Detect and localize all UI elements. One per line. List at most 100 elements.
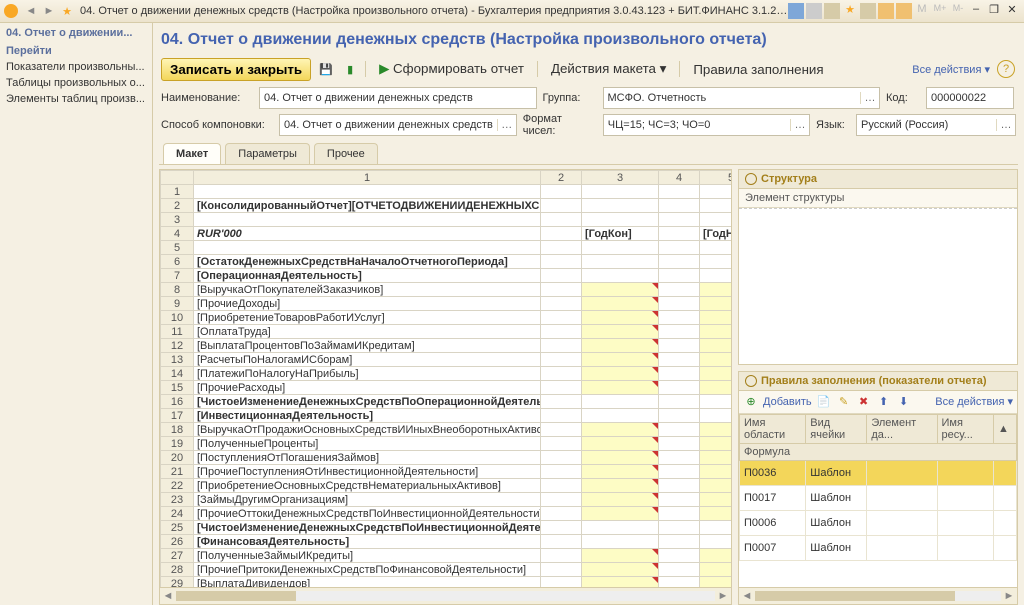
save-icon[interactable] — [788, 3, 804, 19]
scroll-left-icon[interactable]: ◄ — [160, 590, 176, 602]
row-number: 8 — [161, 283, 194, 297]
group-input[interactable]: МСФО. Отчетность… — [603, 87, 881, 109]
rules-h-scrollbar[interactable]: ◄► — [739, 587, 1017, 604]
save-close-button[interactable]: Записать и закрыть — [161, 58, 311, 81]
tab[interactable]: Параметры — [225, 143, 310, 164]
cell[interactable] — [194, 185, 541, 199]
mplus-icon[interactable]: M+ — [932, 3, 948, 19]
cell[interactable]: [ПрочиеРасходы] — [194, 381, 541, 395]
row-number: 5 — [161, 241, 194, 255]
sidebar-item[interactable]: Таблицы произвольных о... — [0, 75, 152, 91]
cell[interactable]: [ПрочиеПоступленияОтИнвестиционнойДеятел… — [194, 465, 541, 479]
lang-input[interactable]: Русский (Россия)… — [856, 114, 1016, 136]
delete-icon[interactable]: ✖ — [856, 394, 872, 410]
back-icon[interactable]: ◄ — [23, 3, 39, 19]
cell[interactable]: RUR'000 — [194, 227, 541, 241]
print-icon[interactable] — [806, 3, 822, 19]
row-number: 20 — [161, 451, 194, 465]
cell[interactable]: [ВыплатаПроцентовПоЗаймамИКредитам] — [194, 339, 541, 353]
cell[interactable]: [ИнвестиционнаяДеятельность] — [194, 409, 541, 423]
calendar-icon[interactable] — [896, 3, 912, 19]
tab[interactable]: Прочее — [314, 143, 378, 164]
cell[interactable]: [ЧистоеИзменениеДенежныхСредствПоИнвести… — [194, 521, 541, 535]
sidebar-item[interactable]: Элементы таблиц произв... — [0, 91, 152, 107]
cell[interactable]: [ПрочиеОттокиДенежныхСредствПоИнвестицио… — [194, 507, 541, 521]
cell[interactable]: [ПрочиеПритокиДенежныхСредствПоФинансово… — [194, 563, 541, 577]
mminus-icon[interactable]: M- — [950, 3, 966, 19]
cell[interactable]: [ПолученныеЗаймыИКредиты] — [194, 549, 541, 563]
cell[interactable]: [ПриобретениеТоваровРаботИУслуг] — [194, 311, 541, 325]
cell[interactable]: [ВыручкаОтПродажиОсновныхСредствИИныхВне… — [194, 423, 541, 437]
rules-row[interactable]: П0036Шаблон — [740, 460, 1017, 485]
history-icon[interactable] — [860, 3, 876, 19]
rules-row[interactable]: П0006Шаблон — [740, 510, 1017, 535]
rules-row[interactable]: П0007Шаблон — [740, 535, 1017, 560]
window-title: 04. Отчет о движении денежных средств (Н… — [76, 5, 788, 17]
cell[interactable]: [ОстатокДенежныхСредствНаНачалоОтчетного… — [194, 255, 541, 269]
layout-actions-menu[interactable]: Действия макета ▾ — [544, 57, 673, 81]
cell[interactable] — [194, 213, 541, 227]
tool-icon[interactable] — [824, 3, 840, 19]
rules-row[interactable]: П0017Шаблон — [740, 485, 1017, 510]
tab[interactable]: Макет — [163, 143, 221, 164]
cell[interactable]: [ОплатаТруда] — [194, 325, 541, 339]
separator — [365, 61, 366, 77]
cell[interactable]: [ФинансоваяДеятельность] — [194, 535, 541, 549]
calc-icon[interactable] — [878, 3, 894, 19]
copy-icon[interactable]: 📄 — [816, 394, 832, 410]
row-number: 28 — [161, 563, 194, 577]
cell[interactable]: [ПолученныеПроценты] — [194, 437, 541, 451]
up-icon[interactable]: ⬆ — [876, 394, 892, 410]
cell[interactable]: [ПоступленияОтПогашенияЗаймов] — [194, 451, 541, 465]
cell[interactable]: [ВыручкаОтПокупателейЗаказчиков] — [194, 283, 541, 297]
name-input[interactable]: 04. Отчет о движении денежных средств — [259, 87, 537, 109]
cell[interactable]: [ПриобретениеОсновныхСредствНематериальн… — [194, 479, 541, 493]
spreadsheet[interactable]: 1234512[КонсолидированныйОтчет][ОТЧЕТОДВ… — [159, 169, 732, 605]
bookmark-button[interactable]: ▮ — [342, 61, 358, 77]
code-input[interactable]: 000000022 — [926, 87, 1014, 109]
m-icon[interactable]: M — [914, 3, 930, 19]
add-button[interactable]: Добавить — [763, 396, 812, 408]
save-button[interactable]: 💾 — [318, 61, 334, 77]
structure-panel-header[interactable]: Структура — [739, 170, 1017, 189]
layoutmode-input[interactable]: 04. Отчет о движении денежных средств… — [279, 114, 517, 136]
forward-icon[interactable]: ► — [41, 3, 57, 19]
minimize-icon[interactable]: – — [968, 3, 984, 19]
row-number: 24 — [161, 507, 194, 521]
maximize-icon[interactable]: ❐ — [986, 3, 1002, 19]
close-icon[interactable]: ✕ — [1004, 3, 1020, 19]
cell[interactable]: [РасчетыПоНалогамИСборам] — [194, 353, 541, 367]
scroll-right-icon[interactable]: ► — [715, 590, 731, 602]
cell[interactable] — [194, 241, 541, 255]
down-icon[interactable]: ⬇ — [896, 394, 912, 410]
fav-icon[interactable]: ★ — [842, 3, 858, 19]
cell[interactable]: [КонсолидированныйОтчет][ОТЧЕТОДВИЖЕНИИД… — [194, 199, 541, 213]
form-report-button[interactable]: ▶ Сформировать отчет — [372, 57, 531, 81]
cell[interactable]: [ЗаймыДругимОрганизациям] — [194, 493, 541, 507]
sidebar-item[interactable]: Показатели произвольны... — [0, 59, 152, 75]
add-icon[interactable]: ⊕ — [743, 394, 759, 410]
row-number: 19 — [161, 437, 194, 451]
dots-icon[interactable]: … — [790, 119, 809, 131]
row-number: 16 — [161, 395, 194, 409]
h-scrollbar[interactable]: ◄ ► — [160, 587, 731, 604]
all-actions-menu[interactable]: Все действия ▾ — [912, 63, 990, 76]
edit-icon[interactable]: ✎ — [836, 394, 852, 410]
fill-rules-button[interactable]: Правила заполнения — [686, 58, 830, 81]
numfmt-input[interactable]: ЧЦ=15; ЧС=3; ЧО=0… — [603, 114, 810, 136]
dots-icon[interactable]: … — [497, 119, 516, 131]
toolbar: Записать и закрыть 💾 ▮ ▶ Сформировать от… — [159, 53, 1018, 85]
cell[interactable]: [ЧистоеИзменениеДенежныхСредствПоОпераци… — [194, 395, 541, 409]
dots-icon[interactable]: … — [860, 92, 879, 104]
cell[interactable]: [ОперационнаяДеятельность] — [194, 269, 541, 283]
star-icon[interactable]: ★ — [59, 3, 75, 19]
cell[interactable]: [ПлатежиПоНалогуНаПрибыль] — [194, 367, 541, 381]
rules-all-actions[interactable]: Все действия ▾ — [935, 395, 1013, 408]
cell[interactable]: [ПрочиеДоходы] — [194, 297, 541, 311]
cell[interactable]: [ВыплатаДивидендов] — [194, 577, 541, 588]
row-number: 9 — [161, 297, 194, 311]
sidebar-header[interactable]: 04. Отчет о движении... — [0, 23, 152, 43]
dots-icon[interactable]: … — [996, 119, 1015, 131]
rules-panel-header[interactable]: Правила заполнения (показатели отчета) — [739, 372, 1017, 391]
help-icon[interactable]: ? — [997, 60, 1015, 78]
